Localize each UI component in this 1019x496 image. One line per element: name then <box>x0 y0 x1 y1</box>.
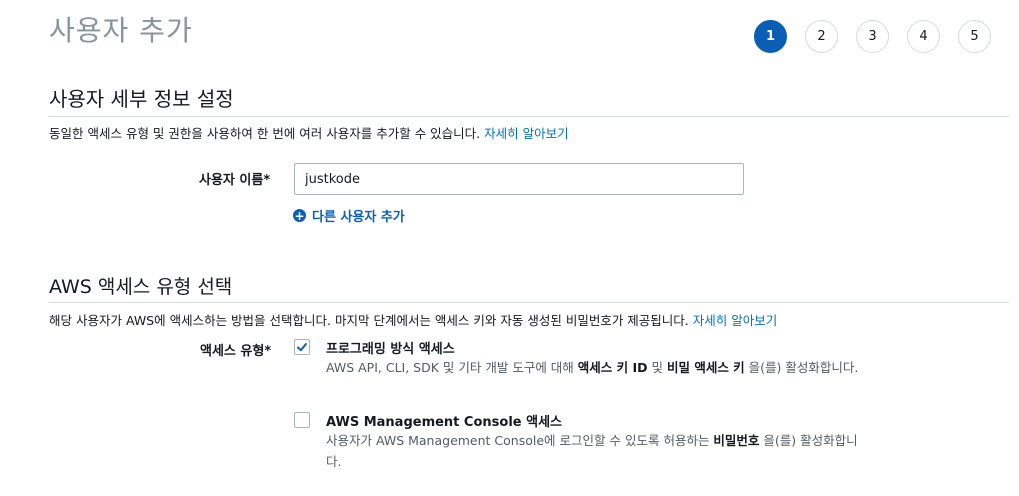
username-label: 사용자 이름* <box>199 173 271 188</box>
user-details-title: 사용자 세부 정보 설정 <box>49 87 234 111</box>
step-2[interactable]: 2 <box>805 20 838 53</box>
learn-more-link[interactable]: 자세히 알아보기 <box>484 126 568 141</box>
divider <box>49 302 1009 303</box>
step-3[interactable]: 3 <box>856 20 889 53</box>
access-type-title: AWS 액세스 유형 선택 <box>49 276 233 298</box>
programmatic-access-description: AWS API, CLI, SDK 및 기타 개발 도구에 대해 액세스 키 I… <box>326 360 859 375</box>
plus-circle-icon: + <box>293 208 306 223</box>
step-5[interactable]: 5 <box>958 20 991 53</box>
divider <box>49 116 1009 117</box>
access-type-description-text: 해당 사용자가 AWS에 액세스하는 방법을 선택합니다. 마지막 단계에서는 … <box>49 313 689 328</box>
console-access-title: AWS Management Console 액세스 <box>326 415 562 430</box>
programmatic-access-checkbox[interactable] <box>294 339 310 355</box>
step-4[interactable]: 4 <box>907 20 940 53</box>
user-details-description: 동일한 액세스 유형 및 권한을 사용하여 한 번에 여러 사용자를 추가할 수… <box>49 123 569 142</box>
user-details-description-text: 동일한 액세스 유형 및 권한을 사용하여 한 번에 여러 사용자를 추가할 수… <box>49 126 481 141</box>
add-another-user-label: 다른 사용자 추가 <box>312 210 405 225</box>
access-type-label: 액세스 유형* <box>200 344 272 359</box>
username-input[interactable] <box>294 163 744 195</box>
learn-more-link[interactable]: 자세히 알아보기 <box>693 313 777 328</box>
step-1[interactable]: 1 <box>754 20 787 53</box>
programmatic-access-title: 프로그래밍 방식 액세스 <box>326 342 455 357</box>
access-type-description: 해당 사용자가 AWS에 액세스하는 방법을 선택합니다. 마지막 단계에서는 … <box>49 310 777 329</box>
add-another-user-button[interactable]: + 다른 사용자 추가 <box>293 206 405 225</box>
console-access-description: 사용자가 AWS Management Console에 로그인할 수 있도록 … <box>326 433 858 469</box>
page-title: 사용자 추가 <box>49 14 193 47</box>
wizard-steps: 1 2 3 4 5 <box>754 20 991 53</box>
console-access-checkbox[interactable] <box>294 412 310 428</box>
checkmark-icon <box>297 343 307 352</box>
